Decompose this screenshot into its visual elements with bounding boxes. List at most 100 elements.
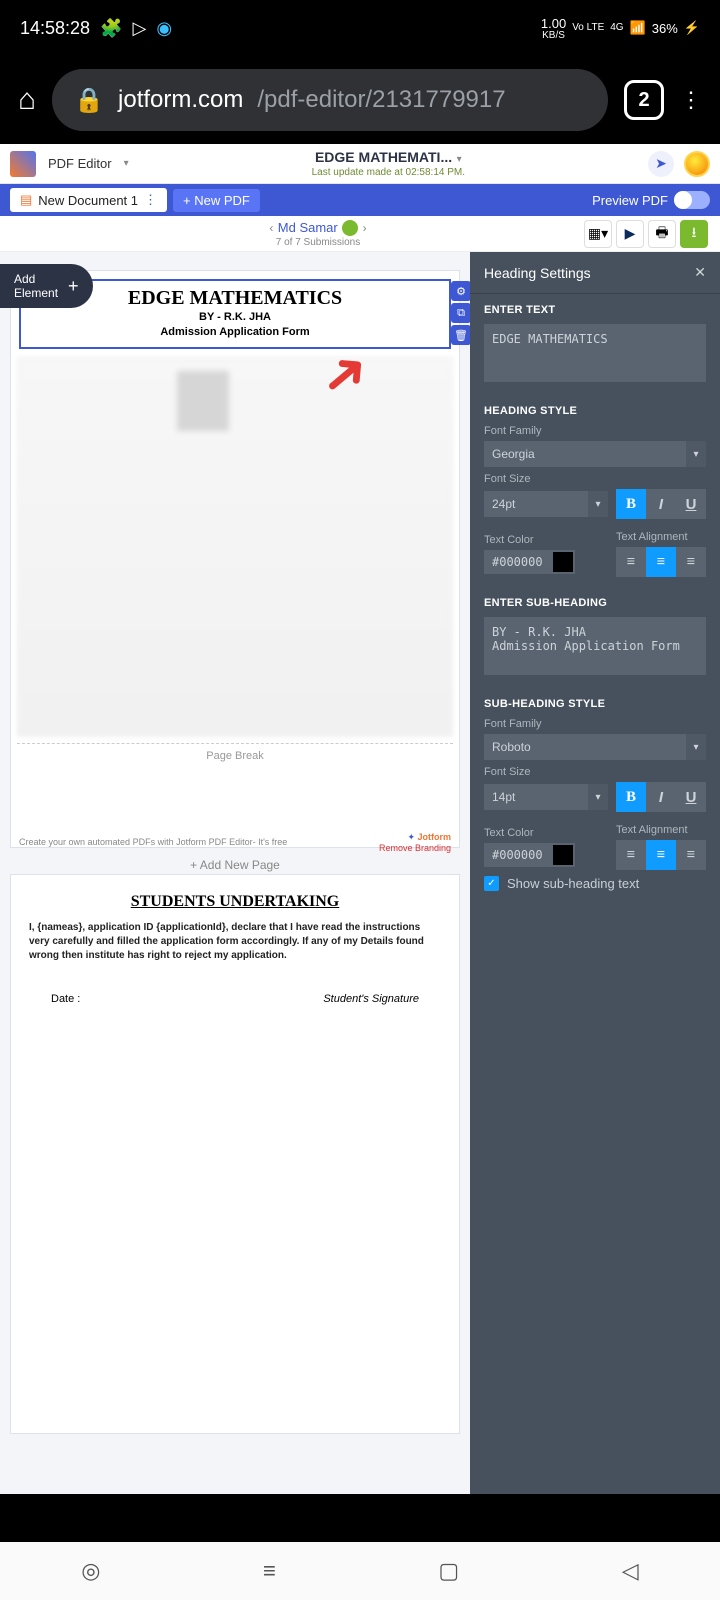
new-pdf-button[interactable]: + New PDF: [173, 189, 260, 212]
battery-text: 36%: [652, 21, 678, 36]
chevron-down-icon: ▾: [588, 784, 608, 810]
align-right-button[interactable]: ≡: [676, 547, 706, 577]
sub-align-center-button[interactable]: ≡: [646, 840, 676, 870]
show-subheading-checkbox[interactable]: ✓ Show sub-heading text: [484, 870, 706, 897]
status-dot-icon: [342, 220, 358, 236]
tab-switcher-button[interactable]: 2: [624, 80, 664, 120]
align-left-button[interactable]: ≡: [616, 547, 646, 577]
undertaking-body: I, {nameas}, application ID {application…: [11, 921, 459, 963]
send-button[interactable]: ▶: [616, 220, 644, 248]
sub-underline-button[interactable]: U: [676, 782, 706, 812]
pdf-page-2[interactable]: STUDENTS UNDERTAKING I, {nameas}, applic…: [10, 874, 460, 1434]
pdf-canvas[interactable]: AddElement + EDGE MATHEMATICS BY - R.K. …: [0, 252, 470, 1494]
chevron-down-icon: ▾: [686, 441, 706, 467]
avatar[interactable]: [684, 151, 710, 177]
home-icon[interactable]: ⌂: [18, 83, 36, 117]
close-icon[interactable]: ✕: [694, 264, 706, 281]
jotform-logo-icon[interactable]: [10, 151, 36, 177]
doc-title[interactable]: EDGE MATHEMATI...: [315, 149, 452, 165]
pdf-page-1[interactable]: EDGE MATHEMATICS BY - R.K. JHAAdmission …: [10, 270, 460, 848]
checkbox-icon: ✓: [484, 876, 499, 891]
color-swatch[interactable]: [551, 843, 575, 867]
address-bar[interactable]: 🔒 jotform.com/pdf-editor/2131779917: [52, 69, 608, 131]
layout-button[interactable]: ▦▾: [584, 220, 612, 248]
subheading-text-input[interactable]: [484, 617, 706, 675]
clock: 14:58:28: [20, 18, 90, 39]
sub-font-size-select[interactable]: 14pt▾: [484, 784, 608, 810]
volte-icon: Vo LTE: [572, 23, 604, 33]
sub-italic-button[interactable]: I: [646, 782, 676, 812]
footer-promo-text[interactable]: Create your own automated PDFs with Jotf…: [19, 837, 287, 847]
undertaking-title: STUDENTS UNDERTAKING: [11, 875, 459, 921]
lock-icon: 🔒: [74, 86, 104, 115]
color-swatch[interactable]: [551, 550, 575, 574]
enter-text-label: ENTER TEXT: [484, 304, 706, 316]
enter-subheading-label: ENTER SUB-HEADING: [484, 597, 706, 609]
signal-icon: 4G: [610, 23, 623, 33]
gear-icon[interactable]: ⚙: [451, 281, 470, 301]
heading-style-label: HEADING STYLE: [484, 405, 706, 417]
signal-bars-icon: 📶: [630, 20, 646, 36]
duplicate-icon[interactable]: ⧉: [451, 303, 470, 323]
play-store-icon: ▷: [133, 18, 147, 39]
photo-placeholder: [177, 371, 229, 431]
tab-menu-icon[interactable]: ⋮: [144, 192, 157, 208]
share-icon[interactable]: ➤: [648, 151, 674, 177]
prev-submission-icon[interactable]: ‹: [269, 221, 273, 235]
chevron-down-icon: ▾: [588, 491, 608, 517]
blurred-content: [17, 357, 453, 737]
home-nav-icon[interactable]: ▢: [438, 1558, 459, 1584]
heading-text-input[interactable]: [484, 324, 706, 382]
preview-pdf-label: Preview PDF: [592, 193, 668, 208]
plus-icon: +: [68, 276, 79, 297]
menu-icon[interactable]: ≡: [263, 1558, 276, 1584]
sub-align-right-button[interactable]: ≡: [676, 840, 706, 870]
back-nav-icon[interactable]: ◁: [622, 1558, 639, 1584]
chevron-down-icon: ▾: [686, 734, 706, 760]
charging-icon: ⚡: [684, 20, 700, 36]
net-speed: 1.00: [541, 16, 566, 31]
chevron-down-icon[interactable]: ▾: [124, 158, 129, 169]
remove-branding-link[interactable]: Remove Branding: [379, 843, 451, 853]
bold-button[interactable]: B: [616, 489, 646, 519]
preview-toggle[interactable]: [674, 191, 710, 209]
camera-icon: ◉: [156, 18, 172, 39]
underline-button[interactable]: U: [676, 489, 706, 519]
delete-icon[interactable]: 🗑: [451, 325, 470, 345]
app-header: PDF Editor ▾ EDGE MATHEMATI... ▾ Last up…: [0, 144, 720, 184]
chevron-down-icon[interactable]: ▾: [457, 154, 462, 165]
italic-button[interactable]: I: [646, 489, 676, 519]
page-break-label: Page Break: [17, 743, 453, 768]
recent-apps-icon[interactable]: ◎: [81, 1558, 100, 1584]
print-button[interactable]: 🖶: [648, 220, 676, 248]
status-bar: 14:58:28 🧩 ▷ ◉ 1.00KB/S Vo LTE 4G 📶 36% …: [0, 0, 720, 56]
sub-font-family-select[interactable]: Roboto▾: [484, 734, 706, 760]
download-button[interactable]: ⭳: [680, 220, 708, 248]
add-page-button[interactable]: + Add New Page: [10, 856, 460, 874]
signature-label: Student's Signature: [323, 993, 419, 1005]
editor-label[interactable]: PDF Editor: [48, 156, 112, 171]
font-family-select[interactable]: Georgia▾: [484, 441, 706, 467]
font-size-select[interactable]: 24pt▾: [484, 491, 608, 517]
sub-align-left-button[interactable]: ≡: [616, 840, 646, 870]
url-domain: jotform.com: [118, 86, 243, 114]
sub-bold-button[interactable]: B: [616, 782, 646, 812]
more-icon[interactable]: ⋮: [680, 87, 702, 113]
sub-text-color-input[interactable]: #000000: [484, 843, 608, 867]
date-label: Date :: [51, 993, 80, 1005]
text-color-input[interactable]: #000000: [484, 550, 608, 574]
submission-name[interactable]: Md Samar: [278, 220, 338, 235]
doc-icon: ▤: [20, 192, 32, 208]
url-path: /pdf-editor/2131779917: [257, 86, 505, 114]
jotform-brand: Jotform: [418, 832, 452, 842]
workspace: AddElement + EDGE MATHEMATICS BY - R.K. …: [0, 252, 720, 1494]
subheading-style-label: SUB-HEADING STYLE: [484, 698, 706, 710]
add-element-button[interactable]: AddElement +: [0, 264, 93, 308]
document-tab[interactable]: ▤ New Document 1 ⋮: [10, 188, 167, 212]
inspector-title: Heading Settings: [484, 265, 591, 281]
android-nav-bar: ◎ ≡ ▢ ◁: [0, 1542, 720, 1600]
next-submission-icon[interactable]: ›: [363, 221, 367, 235]
align-center-button[interactable]: ≡: [646, 547, 676, 577]
submission-counter: 7 of 7 Submissions: [52, 237, 584, 248]
inspector-panel: Heading Settings ✕ ENTER TEXT HEADING ST…: [470, 252, 720, 1494]
